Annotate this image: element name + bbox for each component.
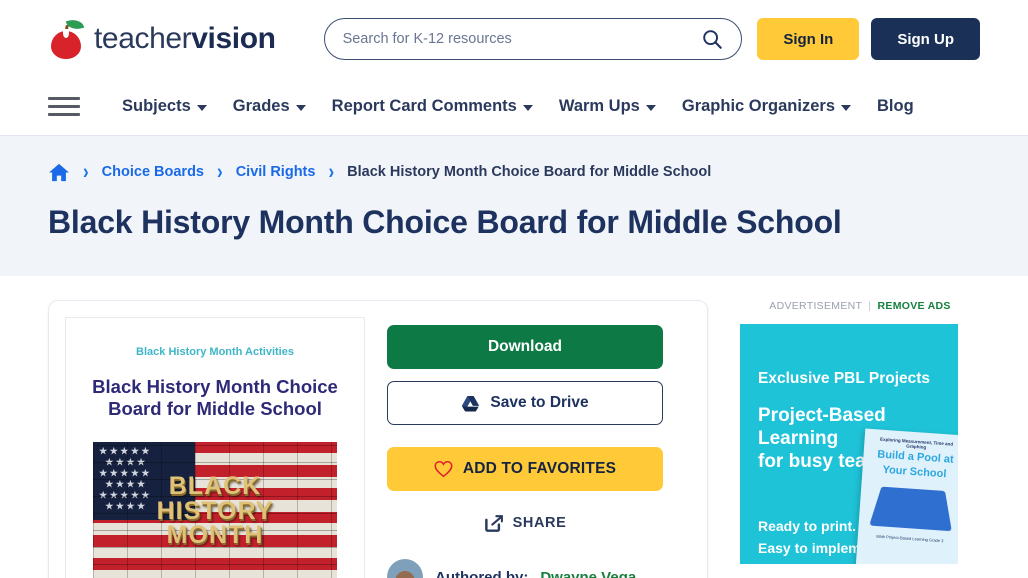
home-icon[interactable]	[48, 162, 70, 182]
breadcrumb-separator: ›	[83, 159, 89, 184]
author-name-link[interactable]: Dwayne Vega	[540, 569, 636, 578]
author-row: Authored by: Dwayne Vega	[387, 559, 663, 578]
booklet-artwork	[869, 486, 952, 532]
breadcrumb-separator: ›	[217, 159, 223, 184]
ad-header: ADVERTISEMENT | REMOVE ADS	[740, 300, 980, 312]
nav-item-subjects[interactable]: Subjects	[122, 97, 207, 116]
chevron-down-icon	[522, 105, 533, 111]
nav-label: Report Card Comments	[331, 97, 517, 115]
nav-label: Warm Ups	[558, 97, 640, 115]
download-button[interactable]: Download	[387, 325, 663, 369]
remove-ads-link[interactable]: REMOVE ADS	[878, 300, 951, 312]
nav-item-blog[interactable]: Blog	[877, 97, 914, 116]
add-to-favorites-label: ADD TO FAVORITES	[462, 460, 617, 477]
image-text-line3: MONTH	[166, 521, 264, 550]
author-label: Authored by:	[435, 568, 529, 578]
save-to-drive-label: Save to Drive	[490, 394, 589, 411]
sign-in-button[interactable]: Sign In	[757, 18, 860, 60]
share-button[interactable]: SHARE	[387, 501, 663, 545]
advertisement-column: ADVERTISEMENT | REMOVE ADS Exclusive PBL…	[708, 300, 980, 578]
breadcrumb-item-civil-rights[interactable]: Civil Rights	[236, 164, 316, 180]
nav-item-report-card-comments[interactable]: Report Card Comments	[332, 97, 533, 116]
nav-label: Blog	[877, 97, 914, 115]
breadcrumb-item-choice-boards[interactable]: Choice Boards	[102, 164, 204, 180]
search-box[interactable]	[323, 18, 742, 60]
breadcrumb-separator: ›	[328, 159, 335, 184]
google-drive-icon	[462, 395, 480, 411]
ad-label: ADVERTISEMENT	[769, 300, 863, 312]
breadcrumb: › Choice Boards › Civil Rights › Black H…	[48, 159, 980, 184]
main-nav: Subjects Grades Report Card Comments War…	[0, 78, 1028, 136]
nav-item-grades[interactable]: Grades	[233, 97, 306, 116]
ad-separator: |	[868, 300, 872, 312]
add-to-favorites-button[interactable]: ADD TO FAVORITES	[387, 447, 663, 491]
ad-subhead-line1: Project-Based	[758, 405, 886, 426]
search-icon[interactable]	[701, 28, 723, 50]
ad-banner[interactable]: Exclusive PBL Projects Project-Based Lea…	[740, 324, 958, 564]
heart-outline-icon	[434, 460, 453, 478]
chevron-down-icon	[295, 105, 306, 111]
nav-label: Subjects	[122, 97, 191, 115]
save-to-drive-button[interactable]: Save to Drive	[387, 381, 663, 425]
search-input[interactable]	[342, 31, 701, 47]
thumbnail-title: Black History Month Choice Board for Mid…	[92, 376, 338, 419]
site-logo[interactable]: teachervision	[48, 17, 276, 59]
hero-section: › Choice Boards › Civil Rights › Black H…	[0, 136, 1028, 276]
image-text-line2: HISTORY	[156, 496, 274, 525]
auth-buttons: Sign In Sign Up	[757, 18, 980, 60]
booklet-footer: Math Project-Based Learning Grade 3	[876, 533, 944, 544]
thumbnail-kicker: Black History Month Activities	[136, 346, 294, 358]
thumbnail-image: ★ ★ ★ ★ ★ ★ ★ ★ ★ ★ ★ ★ ★ ★ ★ ★ ★ ★ ★ ★ …	[93, 441, 337, 578]
logo-text-part1: teacher	[94, 22, 192, 55]
nav-item-warm-ups[interactable]: Warm Ups	[559, 97, 656, 116]
logo-text-part2: vision	[191, 22, 276, 55]
avatar[interactable]	[387, 559, 423, 578]
nav-item-graphic-organizers[interactable]: Graphic Organizers	[682, 97, 851, 116]
page-title: Black History Month Choice Board for Mid…	[48, 204, 842, 240]
resource-card: Black History Month Activities Black His…	[48, 300, 708, 578]
download-label: Download	[487, 338, 563, 355]
nav-label: Graphic Organizers	[681, 97, 835, 115]
chevron-down-icon	[196, 105, 207, 111]
chevron-down-icon	[841, 105, 851, 111]
thumbnail-image-text: BLACK HISTORY MONTH	[93, 442, 337, 578]
hamburger-icon[interactable]	[48, 97, 80, 116]
resource-actions: Download Save to Drive ADD TO FAVORITES	[387, 317, 663, 578]
share-label: SHARE	[512, 515, 567, 531]
ad-headline: Exclusive PBL Projects	[758, 370, 931, 387]
chevron-down-icon	[645, 105, 656, 111]
booklet-title-line2: Your School	[882, 463, 947, 480]
nav-label: Grades	[232, 97, 290, 115]
logo-text: teachervision	[94, 24, 276, 54]
ad-booklet-image: Exploring Measurement, Time and Graphing…	[854, 428, 958, 564]
share-icon	[484, 515, 503, 532]
resource-column: Black History Month Activities Black His…	[48, 300, 708, 578]
main-content: Black History Month Activities Black His…	[0, 276, 1028, 578]
image-text-line1: BLACK	[168, 472, 262, 501]
breadcrumb-item-current: Black History Month Choice Board for Mid…	[347, 164, 712, 180]
resource-thumbnail[interactable]: Black History Month Activities Black His…	[65, 317, 365, 578]
apple-icon	[48, 17, 85, 59]
sign-up-button[interactable]: Sign Up	[871, 18, 980, 60]
site-header: teachervision Sign In Sign Up	[0, 0, 1028, 78]
